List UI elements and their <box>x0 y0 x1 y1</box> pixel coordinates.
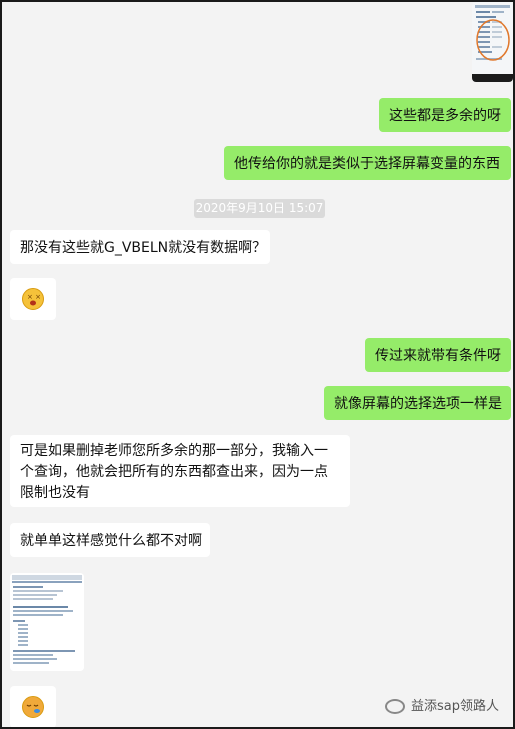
message-text: 这些都是多余的呀 <box>389 108 501 124</box>
chat-timestamp: 2020年9月10日 15:07 <box>194 199 325 218</box>
watermark: 益添sap领路人 <box>385 695 499 714</box>
code-screenshot-thumbnail-bottom[interactable] <box>10 573 84 671</box>
emoji-message-2[interactable] <box>10 686 56 727</box>
sleepy-face-emoji-icon <box>22 696 44 718</box>
message-sent-2[interactable]: 他传给你的就是类似于选择屏幕变量的东西 <box>224 146 511 180</box>
message-sent-3[interactable]: 传过来就带有条件呀 <box>365 338 511 372</box>
message-sent-4[interactable]: 就像屏幕的选择选项一样是 <box>324 386 511 420</box>
dizzy-face-emoji-icon: × × <box>22 288 44 310</box>
message-text: 传过来就带有条件呀 <box>375 348 501 364</box>
message-text: 那没有这些就G_VBELN就没有数据啊？ <box>20 240 267 256</box>
emoji-message-1[interactable]: × × <box>10 278 56 320</box>
message-received-1[interactable]: 那没有这些就G_VBELN就没有数据啊？ <box>10 230 270 264</box>
message-sent-1[interactable]: 这些都是多余的呀 <box>379 98 511 132</box>
code-screenshot-image <box>10 573 84 671</box>
code-screenshot-image <box>472 2 513 82</box>
message-text: 就像屏幕的选择选项一样是 <box>334 396 502 412</box>
watermark-text: 益添sap领路人 <box>411 699 499 714</box>
message-received-3[interactable]: 就单单这样感觉什么都不对啊 <box>10 523 210 557</box>
message-received-2[interactable]: 可是如果删掉老师您所多余的那一部分，我输入一个查询，他就会把所有的东西都查出来，… <box>10 435 350 507</box>
svg-text:× ×: × × <box>27 293 41 301</box>
message-text: 可是如果删掉老师您所多余的那一部分，我输入一个查询，他就会把所有的东西都查出来，… <box>20 443 328 501</box>
message-text: 他传给你的就是类似于选择屏幕变量的东西 <box>234 156 500 172</box>
chat-window: 这些都是多余的呀 他传给你的就是类似于选择屏幕变量的东西 2020年9月10日 … <box>0 0 515 729</box>
code-screenshot-thumbnail-top[interactable] <box>472 2 513 82</box>
wechat-channel-icon <box>385 699 405 714</box>
message-text: 就单单这样感觉什么都不对啊 <box>20 533 202 549</box>
